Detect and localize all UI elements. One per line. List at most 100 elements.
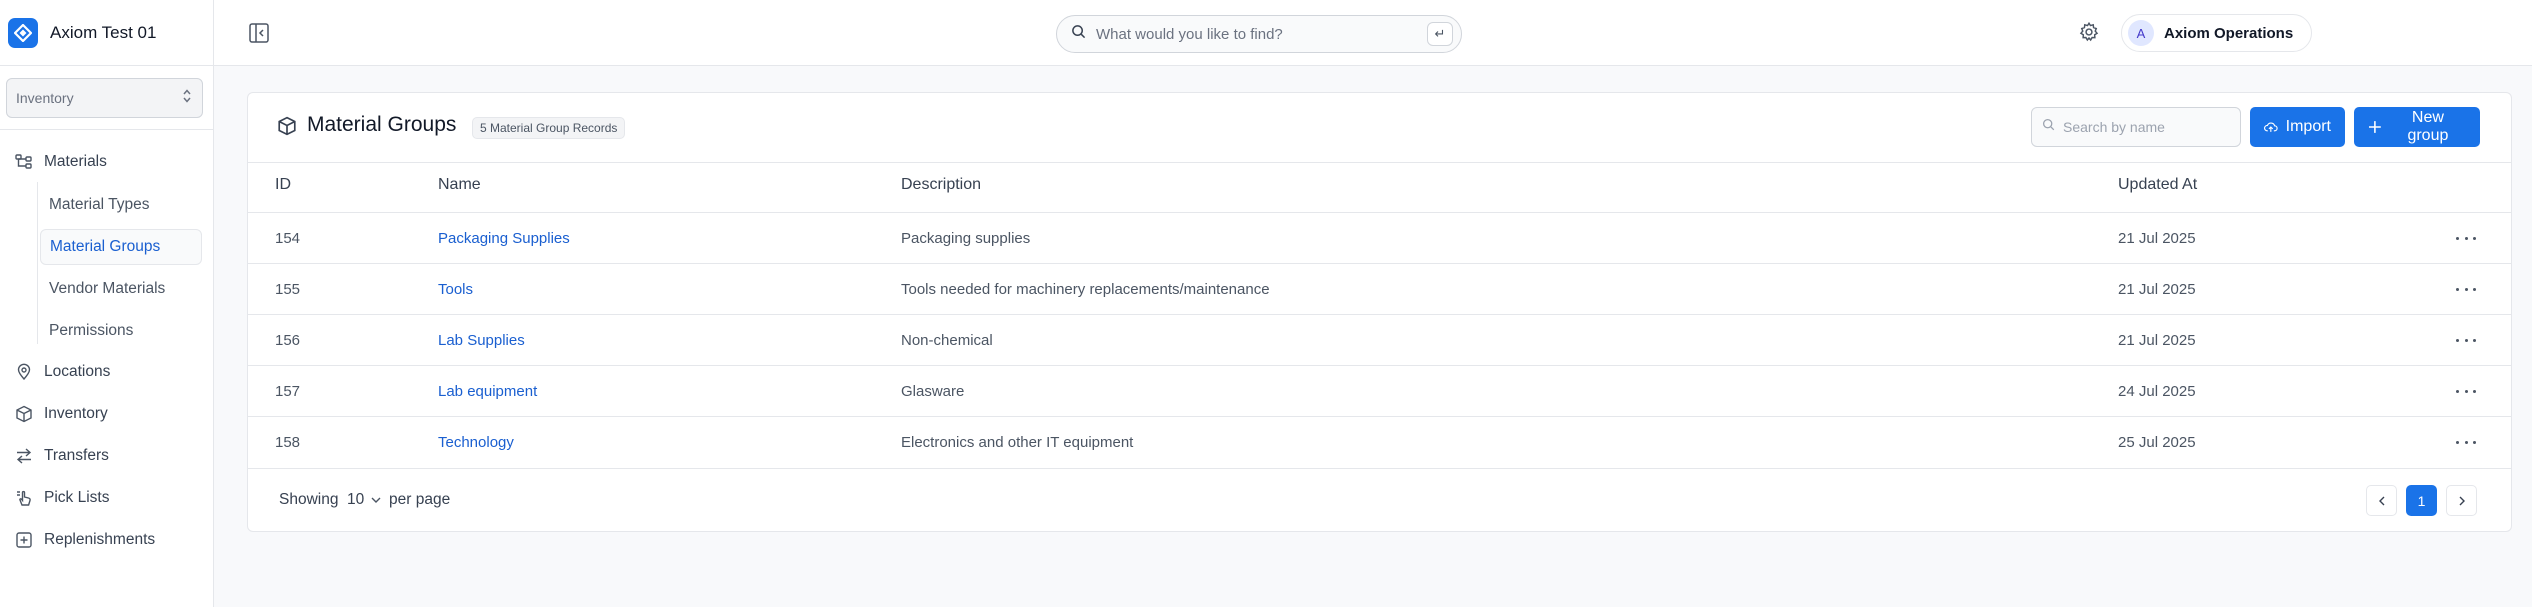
- previous-page-button[interactable]: [2366, 485, 2397, 516]
- column-header-name[interactable]: Name: [438, 176, 481, 194]
- cell-name-link[interactable]: Technology: [438, 434, 514, 451]
- cell-description: Tools needed for machinery replacements/…: [901, 281, 1270, 298]
- global-search-input[interactable]: [1096, 25, 1416, 43]
- card-header: Material Groups 5 Material Group Records…: [248, 93, 2511, 163]
- brand-logo-icon: [8, 17, 38, 48]
- cell-updated-at: 21 Jul 2025: [2118, 332, 2196, 349]
- more-options-icon[interactable]: [2456, 229, 2476, 247]
- cell-updated-at: 21 Jul 2025: [2118, 230, 2196, 247]
- gear-icon[interactable]: [2078, 21, 2102, 45]
- chevron-right-icon: [2459, 496, 2465, 505]
- sidebar-subitem-material-types[interactable]: Material Types: [40, 187, 202, 223]
- cell-name-link[interactable]: Lab Supplies: [438, 332, 525, 349]
- brand[interactable]: Axiom Test 01: [0, 0, 213, 66]
- sidebar-subitem-label: Material Types: [49, 196, 150, 213]
- more-options-icon[interactable]: [2456, 331, 2476, 349]
- cell-updated-at: 24 Jul 2025: [2118, 383, 2196, 400]
- sidebar-subitem-label: Vendor Materials: [49, 280, 166, 297]
- cloud-upload-icon: [2264, 122, 2278, 132]
- sidebar-divider: [0, 129, 213, 130]
- new-group-button[interactable]: New group: [2354, 107, 2480, 147]
- sidebar-item-replenishments[interactable]: Replenishments: [14, 526, 155, 554]
- sidebar-item-label: Locations: [44, 363, 111, 380]
- table-row[interactable]: 157 Lab equipment Glasware 24 Jul 2025: [248, 365, 2511, 416]
- cell-id: 154: [275, 230, 301, 247]
- cell-id: 158: [275, 434, 301, 451]
- more-options-icon[interactable]: [2456, 382, 2476, 400]
- page-title: Material Groups: [307, 113, 457, 136]
- global-search[interactable]: ↵: [1056, 15, 1462, 53]
- brand-title: Axiom Test 01: [50, 22, 157, 42]
- sidebar-subitem-material-groups[interactable]: Material Groups: [40, 229, 202, 265]
- sidebar-item-label: Inventory: [44, 405, 108, 422]
- import-button[interactable]: Import: [2250, 107, 2345, 147]
- next-page-button[interactable]: [2446, 485, 2477, 516]
- page-button-current[interactable]: 1: [2406, 485, 2437, 516]
- table-row[interactable]: 158 Technology Electronics and other IT …: [248, 416, 2511, 467]
- sidebar-item-label: Materials: [44, 153, 107, 170]
- sidebar-item-inventory[interactable]: Inventory: [14, 400, 108, 428]
- sidebar-item-label: Pick Lists: [44, 489, 110, 506]
- cell-description: Electronics and other IT equipment: [901, 434, 1134, 451]
- more-options-icon[interactable]: [2456, 280, 2476, 298]
- sidebar-item-locations[interactable]: Locations: [14, 358, 110, 386]
- per-page-select[interactable]: 10: [347, 491, 382, 509]
- sidebar-item-materials[interactable]: Materials: [14, 148, 107, 176]
- table-row[interactable]: 154 Packaging Supplies Packaging supplie…: [248, 212, 2511, 263]
- hand-pointer-icon: [14, 488, 34, 508]
- more-options-icon[interactable]: [2456, 433, 2476, 451]
- chevron-down-icon: [371, 497, 381, 503]
- cell-name-link[interactable]: Tools: [438, 281, 473, 298]
- sidebar-item-label: Replenishments: [44, 531, 156, 548]
- name-search-input[interactable]: [2063, 119, 2233, 135]
- workspace-select[interactable]: Inventory: [6, 78, 203, 118]
- sidebar-subitem-permissions[interactable]: Permissions: [40, 313, 202, 349]
- sidebar-subitem-vendor-materials[interactable]: Vendor Materials: [40, 271, 202, 307]
- showing-label: Showing: [279, 491, 339, 508]
- per-page-value: 10: [347, 491, 365, 508]
- column-header-updated-at[interactable]: Updated At: [2118, 176, 2197, 194]
- record-count-badge: 5 Material Group Records: [472, 117, 626, 139]
- enter-key-icon[interactable]: ↵: [1427, 22, 1453, 46]
- table-footer: Showing 10 per page 1: [248, 468, 2511, 532]
- column-header-description[interactable]: Description: [901, 176, 981, 194]
- sidebar: Axiom Test 01 Inventory Materials Materi…: [0, 0, 214, 607]
- box-icon: [14, 404, 34, 424]
- user-name: Axiom Operations: [2164, 24, 2294, 42]
- sidebar-item-pick-lists[interactable]: Pick Lists: [14, 484, 109, 512]
- name-search[interactable]: [2031, 107, 2241, 147]
- sidebar-item-transfers[interactable]: Transfers: [14, 442, 109, 470]
- sidebar-subitem-label: Permissions: [49, 322, 134, 339]
- cell-description: Glasware: [901, 383, 965, 400]
- avatar: A: [2128, 20, 2154, 46]
- arrows-swap-icon: [14, 446, 34, 466]
- per-page-label: per page: [389, 491, 451, 508]
- column-header-id[interactable]: ID: [275, 176, 291, 194]
- submenu-guide-line: [37, 182, 38, 344]
- cell-updated-at: 25 Jul 2025: [2118, 434, 2196, 451]
- topbar: ↵ A Axiom Operations: [214, 0, 2532, 66]
- cell-name-link[interactable]: Packaging Supplies: [438, 230, 570, 247]
- updown-chevron-icon: [182, 88, 192, 104]
- cell-description: Packaging supplies: [901, 230, 1031, 247]
- cell-description: Non-chemical: [901, 332, 993, 349]
- map-pin-icon: [14, 362, 34, 382]
- sidebar-item-label: Transfers: [44, 447, 109, 464]
- search-icon: [2042, 118, 2055, 136]
- cell-id: 157: [275, 383, 301, 400]
- add-box-icon: [14, 530, 34, 550]
- import-button-label: Import: [2285, 118, 2331, 135]
- search-icon: [1071, 24, 1086, 44]
- cell-name-link[interactable]: Lab equipment: [438, 383, 537, 400]
- plus-icon: [2368, 121, 2381, 133]
- table-row[interactable]: 155 Tools Tools needed for machinery rep…: [248, 263, 2511, 314]
- cell-updated-at: 21 Jul 2025: [2118, 281, 2196, 298]
- sidebar-subitem-label: Material Groups: [50, 238, 161, 255]
- table-row[interactable]: 156 Lab Supplies Non-chemical 21 Jul 202…: [248, 314, 2511, 365]
- workspace-select-value: Inventory: [16, 90, 74, 106]
- cell-id: 156: [275, 332, 301, 349]
- user-menu[interactable]: A Axiom Operations: [2121, 14, 2312, 52]
- sidebar-toggle-icon[interactable]: [248, 22, 270, 44]
- cell-id: 155: [275, 281, 301, 298]
- box-icon: [277, 116, 299, 138]
